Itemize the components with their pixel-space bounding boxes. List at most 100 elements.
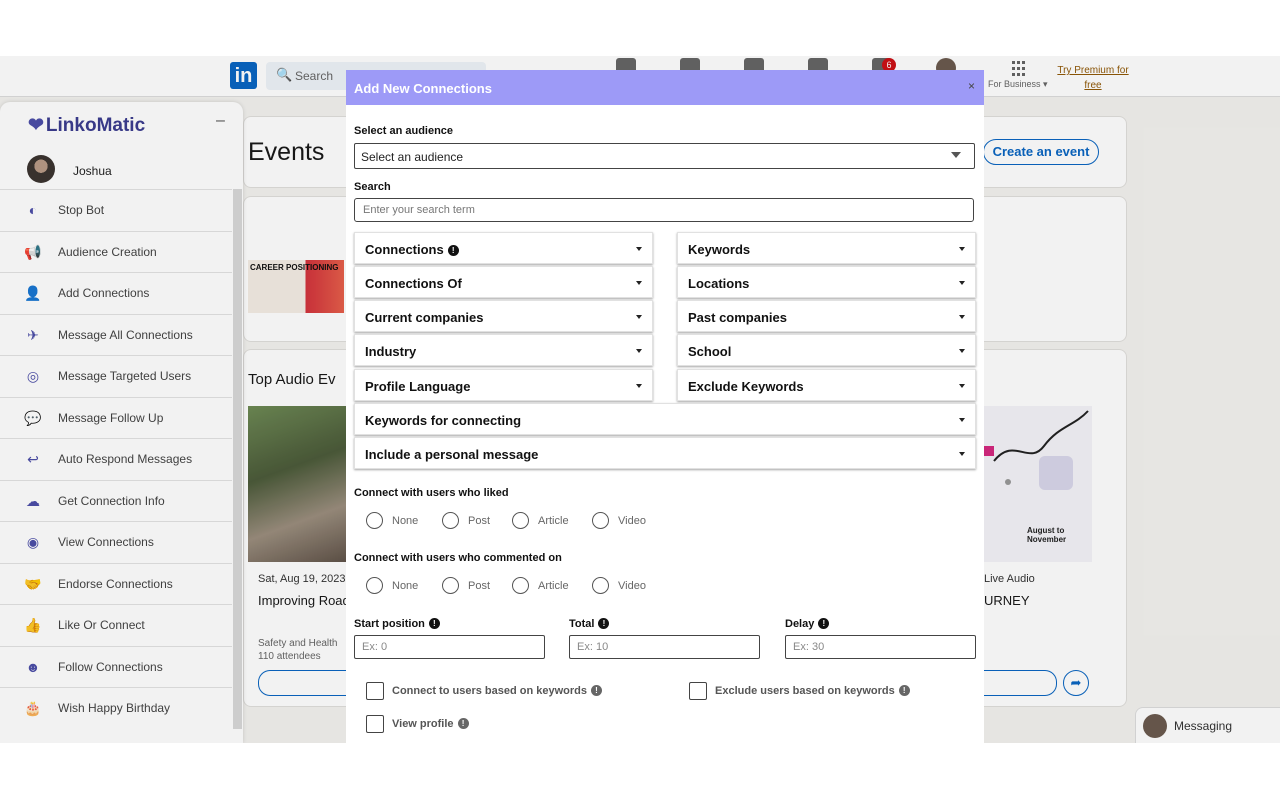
filter-label-text: School: [688, 344, 732, 359]
caret-down-icon: [959, 384, 965, 388]
caret-down-icon: [959, 418, 965, 422]
view-profile-checkbox[interactable]: [366, 715, 384, 733]
delay-input[interactable]: [785, 635, 976, 659]
commented-radio-label: Article: [538, 580, 569, 592]
commented-radio-label: None: [392, 580, 419, 592]
start-position-label: Start position!: [354, 618, 440, 630]
filter-label: Keywords for connecting: [365, 413, 521, 428]
filter-label-text: Keywords: [688, 242, 751, 257]
delay-text: Delay: [785, 618, 815, 630]
caret-down-icon: [959, 349, 965, 353]
commented-radio-post[interactable]: [442, 577, 459, 594]
filter-label-text: Industry: [365, 344, 417, 359]
commented-radio-article[interactable]: [512, 577, 529, 594]
filter-label: Keywords: [688, 242, 750, 257]
filter-label-text: Connections: [365, 242, 444, 257]
liked-radio-label: None: [392, 515, 419, 527]
filter-profile-language[interactable]: Profile Language: [354, 369, 653, 401]
filter-exclude-keywords[interactable]: Exclude Keywords: [677, 369, 976, 401]
caret-down-icon: [636, 384, 642, 388]
filter-label: Past companies: [688, 310, 787, 325]
commented-radio-none[interactable]: [366, 577, 383, 594]
filter-industry[interactable]: Industry: [354, 334, 653, 366]
keywords-checkbox-text: Connect to users based on keywords: [392, 685, 587, 697]
audience-label: Select an audience: [354, 125, 454, 137]
start-position-input[interactable]: [354, 635, 545, 659]
info-icon[interactable]: !: [591, 685, 602, 696]
filter-keywords[interactable]: Keywords: [677, 232, 976, 264]
caret-down-icon: [959, 452, 965, 456]
search-input[interactable]: [354, 198, 974, 222]
liked-radio-video[interactable]: [592, 512, 609, 529]
total-text: Total: [569, 618, 595, 630]
info-icon[interactable]: !: [447, 245, 459, 256]
filter-connections[interactable]: Connections!: [354, 232, 653, 264]
caret-down-icon: [636, 247, 642, 251]
keywords-checkbox-label: Connect to users based on keywords!: [392, 685, 602, 697]
filter-current-companies[interactable]: Current companies: [354, 300, 653, 332]
caret-down-icon: [636, 349, 642, 353]
filter-connections-of[interactable]: Connections Of: [354, 266, 653, 298]
caret-down-icon: [636, 281, 642, 285]
filter-label-text: Include a personal message: [365, 447, 539, 462]
filter-locations[interactable]: Locations: [677, 266, 976, 298]
filter-label: Connections!: [365, 242, 459, 257]
liked-radio-label: Video: [618, 515, 646, 527]
chevron-down-icon: [951, 152, 961, 158]
audience-select[interactable]: Select an audience: [354, 143, 975, 169]
liked-label: Connect with users who liked: [354, 487, 509, 499]
add-connections-modal: Add New Connections × Select an audience…: [346, 70, 984, 743]
commented-radio-video[interactable]: [592, 577, 609, 594]
info-icon[interactable]: !: [457, 718, 469, 729]
close-icon[interactable]: ×: [968, 79, 975, 93]
exclude-checkbox[interactable]: [689, 682, 707, 700]
filter-label: Include a personal message: [365, 447, 538, 462]
filter-label-text: Connections Of: [365, 276, 462, 291]
exclude-checkbox-label: Exclude users based on keywords!: [715, 685, 910, 697]
total-label: Total!: [569, 618, 610, 630]
view-profile-text: View profile: [392, 718, 454, 730]
filter-keywords-for-connecting[interactable]: Keywords for connecting: [354, 403, 976, 435]
caret-down-icon: [959, 247, 965, 251]
search-label: Search: [354, 181, 391, 193]
keywords-checkbox[interactable]: [366, 682, 384, 700]
info-icon[interactable]: !: [898, 685, 910, 696]
liked-radio-label: Article: [538, 515, 569, 527]
audience-select-value: Select an audience: [361, 150, 464, 164]
filter-label: School: [688, 344, 731, 359]
info-icon[interactable]: !: [598, 618, 610, 629]
liked-radio-label: Post: [468, 515, 491, 527]
caret-down-icon: [959, 315, 965, 319]
filter-school[interactable]: School: [677, 334, 976, 366]
total-input[interactable]: [569, 635, 760, 659]
commented-label: Connect with users who commented on: [354, 552, 562, 564]
filter-label: Current companies: [365, 310, 483, 325]
filter-label-text: Exclude Keywords: [688, 379, 804, 394]
commented-radio-label: Video: [618, 580, 646, 592]
info-icon[interactable]: !: [428, 618, 440, 629]
modal-header: Add New Connections ×: [346, 70, 984, 105]
caret-down-icon: [636, 315, 642, 319]
filter-label-text: Profile Language: [365, 379, 471, 394]
filter-label-text: Past companies: [688, 310, 787, 325]
filter-label-text: Locations: [688, 276, 750, 291]
exclude-checkbox-text: Exclude users based on keywords: [715, 685, 895, 697]
filter-label-text: Keywords for connecting: [365, 413, 522, 428]
filter-include-a-personal-message[interactable]: Include a personal message: [354, 437, 976, 469]
filter-label-text: Current companies: [365, 310, 484, 325]
filter-label: Profile Language: [365, 379, 470, 394]
liked-radio-none[interactable]: [366, 512, 383, 529]
modal-title: Add New Connections: [354, 81, 492, 96]
info-icon[interactable]: !: [818, 618, 830, 629]
liked-radio-post[interactable]: [442, 512, 459, 529]
filter-label: Exclude Keywords: [688, 379, 804, 394]
filter-past-companies[interactable]: Past companies: [677, 300, 976, 332]
filter-label: Locations: [688, 276, 749, 291]
filter-label: Industry: [365, 344, 416, 359]
filter-label: Connections Of: [365, 276, 462, 291]
start-position-text: Start position: [354, 618, 425, 630]
commented-radio-label: Post: [468, 580, 491, 592]
view-profile-label: View profile!: [392, 718, 469, 730]
liked-radio-article[interactable]: [512, 512, 529, 529]
caret-down-icon: [959, 281, 965, 285]
